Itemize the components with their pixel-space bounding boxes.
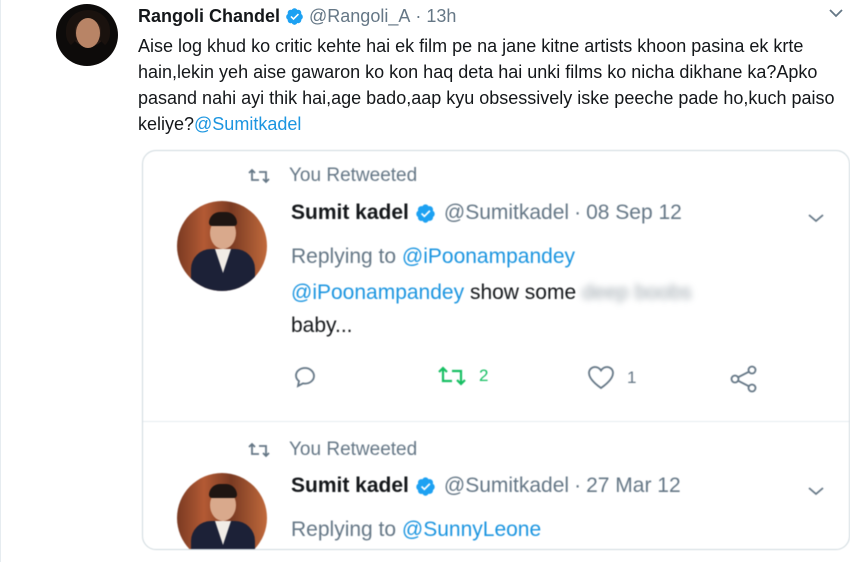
chevron-down-icon[interactable] <box>808 486 824 496</box>
tweet-timestamp[interactable]: 13h <box>426 6 456 27</box>
quoted-text-visible: show some <box>469 281 577 304</box>
replying-to-mention[interactable]: @SunnyLeone <box>402 518 541 541</box>
retweet-icon <box>248 442 270 458</box>
author-name[interactable]: Rangoli Chandel <box>138 6 280 27</box>
quoted-tweet-date[interactable]: 27 Mar 12 <box>586 474 681 498</box>
retweet-icon <box>248 168 270 184</box>
tweet: Rangoli Chandel @Rangoli_A · 13h Aise lo… <box>0 0 850 562</box>
reply-icon <box>295 367 315 388</box>
share-button[interactable] <box>729 365 759 393</box>
replying-to-label: Replying to <box>291 245 397 268</box>
quoted-tweet-date[interactable]: 08 Sep 12 <box>586 201 682 225</box>
chevron-down-icon[interactable] <box>808 213 824 223</box>
heart-icon <box>588 366 614 390</box>
tweet-actions: 2 1 <box>293 365 763 395</box>
tweet-mention-link[interactable]: @Sumitkadel <box>194 114 301 134</box>
quoted-author-handle[interactable]: @Sumitkadel <box>444 474 569 498</box>
quoted-author-handle[interactable]: @Sumitkadel <box>444 201 569 225</box>
header-separator: · <box>574 474 582 497</box>
header-separator: · <box>574 201 582 224</box>
replying-to-line: Replying to @SunnyLeone <box>291 518 541 542</box>
tweet-header: Rangoli Chandel @Rangoli_A · 13h <box>138 4 456 28</box>
quoted-text-mention[interactable]: @iPoonampandey <box>291 281 464 304</box>
like-count: 1 <box>627 368 637 387</box>
quoted-tweet-header: Sumit kadel @Sumitkadel · 27 Mar 12 <box>291 474 681 498</box>
replying-to-line: Replying to @iPoonampandey <box>291 245 575 269</box>
retweet-icon <box>438 366 466 386</box>
verified-badge-icon <box>416 203 435 223</box>
retweet-indicator: You Retweeted <box>247 439 417 461</box>
quoted-author-name[interactable]: Sumit kadel <box>291 201 409 225</box>
retweet-count: 2 <box>479 366 489 385</box>
quoted-text-line2: baby... <box>291 314 353 337</box>
quoted-tweets-card[interactable]: You Retweeted Sumit kadel @Sumitkadel · … <box>142 150 850 550</box>
retweet-label: You Retweeted <box>289 439 418 460</box>
replying-to-mention[interactable]: @iPoonampandey <box>402 245 575 268</box>
quoted-author-avatar[interactable] <box>177 201 267 291</box>
header-separator: · <box>415 5 422 26</box>
author-avatar[interactable] <box>56 4 118 66</box>
blurred-text: deep boobs <box>582 281 692 304</box>
share-icon <box>730 365 757 393</box>
like-button[interactable]: 1 <box>587 365 636 391</box>
tweet-text: Aise log khud ko critic kehte hai ek fil… <box>138 33 838 137</box>
retweet-indicator: You Retweeted <box>247 165 417 187</box>
replying-to-label: Replying to <box>291 518 397 541</box>
reply-button[interactable] <box>293 365 317 389</box>
quoted-tweet-text: @iPoonampandey show some deep boobs baby… <box>291 276 692 342</box>
verified-badge-icon <box>416 476 435 496</box>
chevron-down-icon[interactable] <box>829 8 843 18</box>
quoted-tweet-header: Sumit kadel @Sumitkadel · 08 Sep 12 <box>291 201 682 225</box>
verified-badge-icon <box>286 7 303 25</box>
tweet-divider <box>143 421 849 422</box>
author-handle[interactable]: @Rangoli_A <box>309 6 410 27</box>
retweet-button[interactable]: 2 <box>437 365 488 387</box>
quoted-author-name[interactable]: Sumit kadel <box>291 474 409 498</box>
quoted-author-avatar[interactable] <box>177 473 267 549</box>
retweet-label: You Retweeted <box>289 165 418 186</box>
timeline-border <box>0 0 1 562</box>
